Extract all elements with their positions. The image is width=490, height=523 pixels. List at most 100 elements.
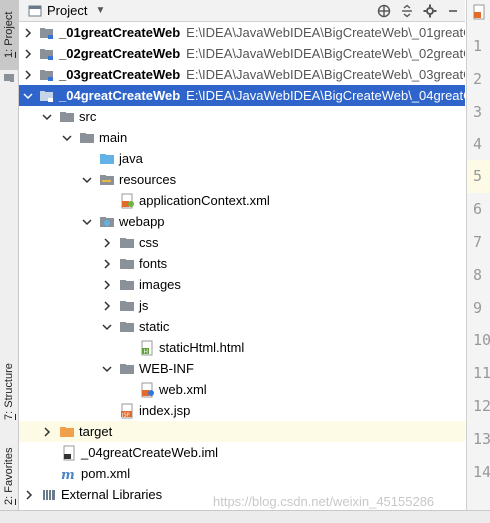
tree-row-web-xml[interactable]: web.xml	[19, 379, 465, 400]
tree-label: index.jsp	[139, 403, 191, 418]
chevron-right-icon[interactable]	[101, 300, 113, 312]
chevron-down-icon: ▼	[95, 5, 106, 16]
tab-structure[interactable]: 7: Structure	[0, 352, 18, 432]
tree-row-static[interactable]: static	[19, 316, 465, 337]
tree-row-iml[interactable]: _04greatCreateWeb.iml	[19, 442, 465, 463]
tree-row-applicationcontext[interactable]: applicationContext.xml	[19, 190, 465, 211]
tree-row-main[interactable]: main	[19, 127, 465, 148]
tree-row-statichtml[interactable]: H staticHtml.html	[19, 337, 465, 358]
svg-text:H: H	[144, 348, 149, 355]
collapse-icon[interactable]	[398, 2, 415, 19]
module-icon	[39, 88, 55, 104]
tab-favorites[interactable]: 2: Favorites	[0, 442, 18, 510]
tree-label: _04greatCreateWeb	[59, 88, 181, 103]
globe-icon[interactable]	[375, 2, 392, 19]
tree-label: java	[119, 151, 143, 166]
settings-icon[interactable]	[421, 2, 438, 19]
folder-icon	[119, 298, 135, 314]
tree-row-images[interactable]: images	[19, 274, 465, 295]
tree-label: applicationContext.xml	[139, 193, 270, 208]
tree-row-webapp[interactable]: webapp	[19, 211, 465, 232]
tree-path: E:\IDEA\JavaWebIDEA\BigCreateWeb\_02grea…	[186, 46, 465, 61]
tab-project[interactable]: 1: Project	[0, 0, 18, 70]
project-view-selector[interactable]: Project ▼	[27, 3, 105, 19]
chevron-down-icon[interactable]	[81, 216, 93, 228]
line-number: 5	[473, 167, 483, 185]
chevron-right-icon[interactable]	[23, 69, 33, 81]
folder-icon	[4, 74, 14, 82]
folder-icon	[119, 319, 135, 335]
line-number: 8	[473, 266, 483, 284]
chevron-right-icon[interactable]	[101, 279, 113, 291]
tree-label: _03greatCreateWeb	[59, 67, 181, 82]
minimize-icon[interactable]	[444, 2, 461, 19]
line-number: 12	[473, 397, 490, 415]
line-number: 6	[473, 200, 483, 218]
tree-row-module-02[interactable]: _02greatCreateWeb E:\IDEA\JavaWebIDEA\Bi…	[19, 43, 465, 64]
tree-label: css	[139, 235, 159, 250]
chevron-right-icon[interactable]	[23, 27, 33, 39]
tree-label: _04greatCreateWeb.iml	[81, 445, 219, 460]
xml-file-icon	[471, 4, 487, 20]
tree-row-resources[interactable]: resources	[19, 169, 465, 190]
tree-label: External Libraries	[61, 487, 163, 502]
tree-label: target	[79, 424, 113, 439]
line-number: 14	[473, 463, 490, 481]
line-number: 4	[473, 135, 483, 153]
library-icon	[41, 487, 57, 503]
line-number: 3	[473, 103, 483, 121]
tree-path: E:\IDEA\JavaWebIDEA\BigCreateWeb\_03grea…	[186, 67, 465, 82]
tree-row-java[interactable]: java	[19, 148, 465, 169]
chevron-down-icon[interactable]	[101, 321, 113, 333]
maven-icon: m	[61, 466, 77, 482]
project-title: Project	[47, 3, 88, 18]
line-number: 1	[473, 37, 483, 55]
tree-row-target[interactable]: target	[19, 421, 465, 442]
tree-label: fonts	[139, 256, 168, 271]
project-header: Project ▼	[19, 0, 465, 22]
folder-icon	[59, 109, 75, 125]
tree-row-web-inf[interactable]: WEB-INF	[19, 358, 465, 379]
line-number: 7	[473, 233, 483, 251]
editor-gutter: 1 2 3 4 5 6 7 8 9 10 11 12 13 14	[466, 0, 490, 510]
chevron-right-icon[interactable]	[41, 426, 53, 438]
tree-row-pom[interactable]: m pom.xml	[19, 463, 465, 484]
tree-path: E:\IDEA\JavaWebIDEA\BigCreateWeb\_01grea…	[186, 25, 465, 40]
line-number: 2	[473, 70, 483, 88]
folder-icon	[119, 235, 135, 251]
tree-row-module-03[interactable]: _03greatCreateWeb E:\IDEA\JavaWebIDEA\Bi…	[19, 64, 465, 85]
resources-folder-icon	[99, 172, 115, 188]
chevron-down-icon[interactable]	[81, 174, 93, 186]
tab-structure-num: 7	[3, 414, 15, 421]
html-file-icon: H	[139, 340, 155, 356]
tree-label: webapp	[119, 214, 165, 229]
line-number: 11	[473, 364, 490, 382]
chevron-down-icon[interactable]	[41, 111, 53, 123]
chevron-down-icon[interactable]	[61, 132, 73, 144]
tree-row-fonts[interactable]: fonts	[19, 253, 465, 274]
chevron-right-icon[interactable]	[101, 258, 113, 270]
project-tree: _01greatCreateWeb E:\IDEA\JavaWebIDEA\Bi…	[19, 22, 465, 508]
tree-row-index-jsp[interactable]: JSP index.jsp	[19, 400, 465, 421]
folder-icon	[119, 256, 135, 272]
tree-row-src[interactable]: src	[19, 106, 465, 127]
tree-row-module-04[interactable]: _04greatCreateWeb E:\IDEA\JavaWebIDEA\Bi…	[19, 85, 465, 106]
tree-row-js[interactable]: js	[19, 295, 465, 316]
chevron-down-icon[interactable]	[23, 90, 33, 102]
svg-text:JSP: JSP	[121, 412, 130, 418]
tree-label: main	[99, 130, 128, 145]
tree-label: static	[139, 319, 170, 334]
left-tool-strip: 1: Project 7: Structure 2: Favorites	[0, 0, 19, 522]
module-icon	[39, 67, 55, 83]
tree-label: staticHtml.html	[159, 340, 245, 355]
xml-file-icon	[139, 382, 155, 398]
spring-xml-file-icon	[119, 193, 135, 209]
source-folder-icon	[99, 151, 115, 167]
chevron-right-icon[interactable]	[23, 489, 35, 501]
tree-row-css[interactable]: css	[19, 232, 465, 253]
chevron-right-icon[interactable]	[23, 48, 33, 60]
excluded-folder-icon	[59, 424, 75, 440]
chevron-down-icon[interactable]	[101, 363, 113, 375]
tree-row-module-01[interactable]: _01greatCreateWeb E:\IDEA\JavaWebIDEA\Bi…	[19, 22, 465, 43]
chevron-right-icon[interactable]	[101, 237, 113, 249]
